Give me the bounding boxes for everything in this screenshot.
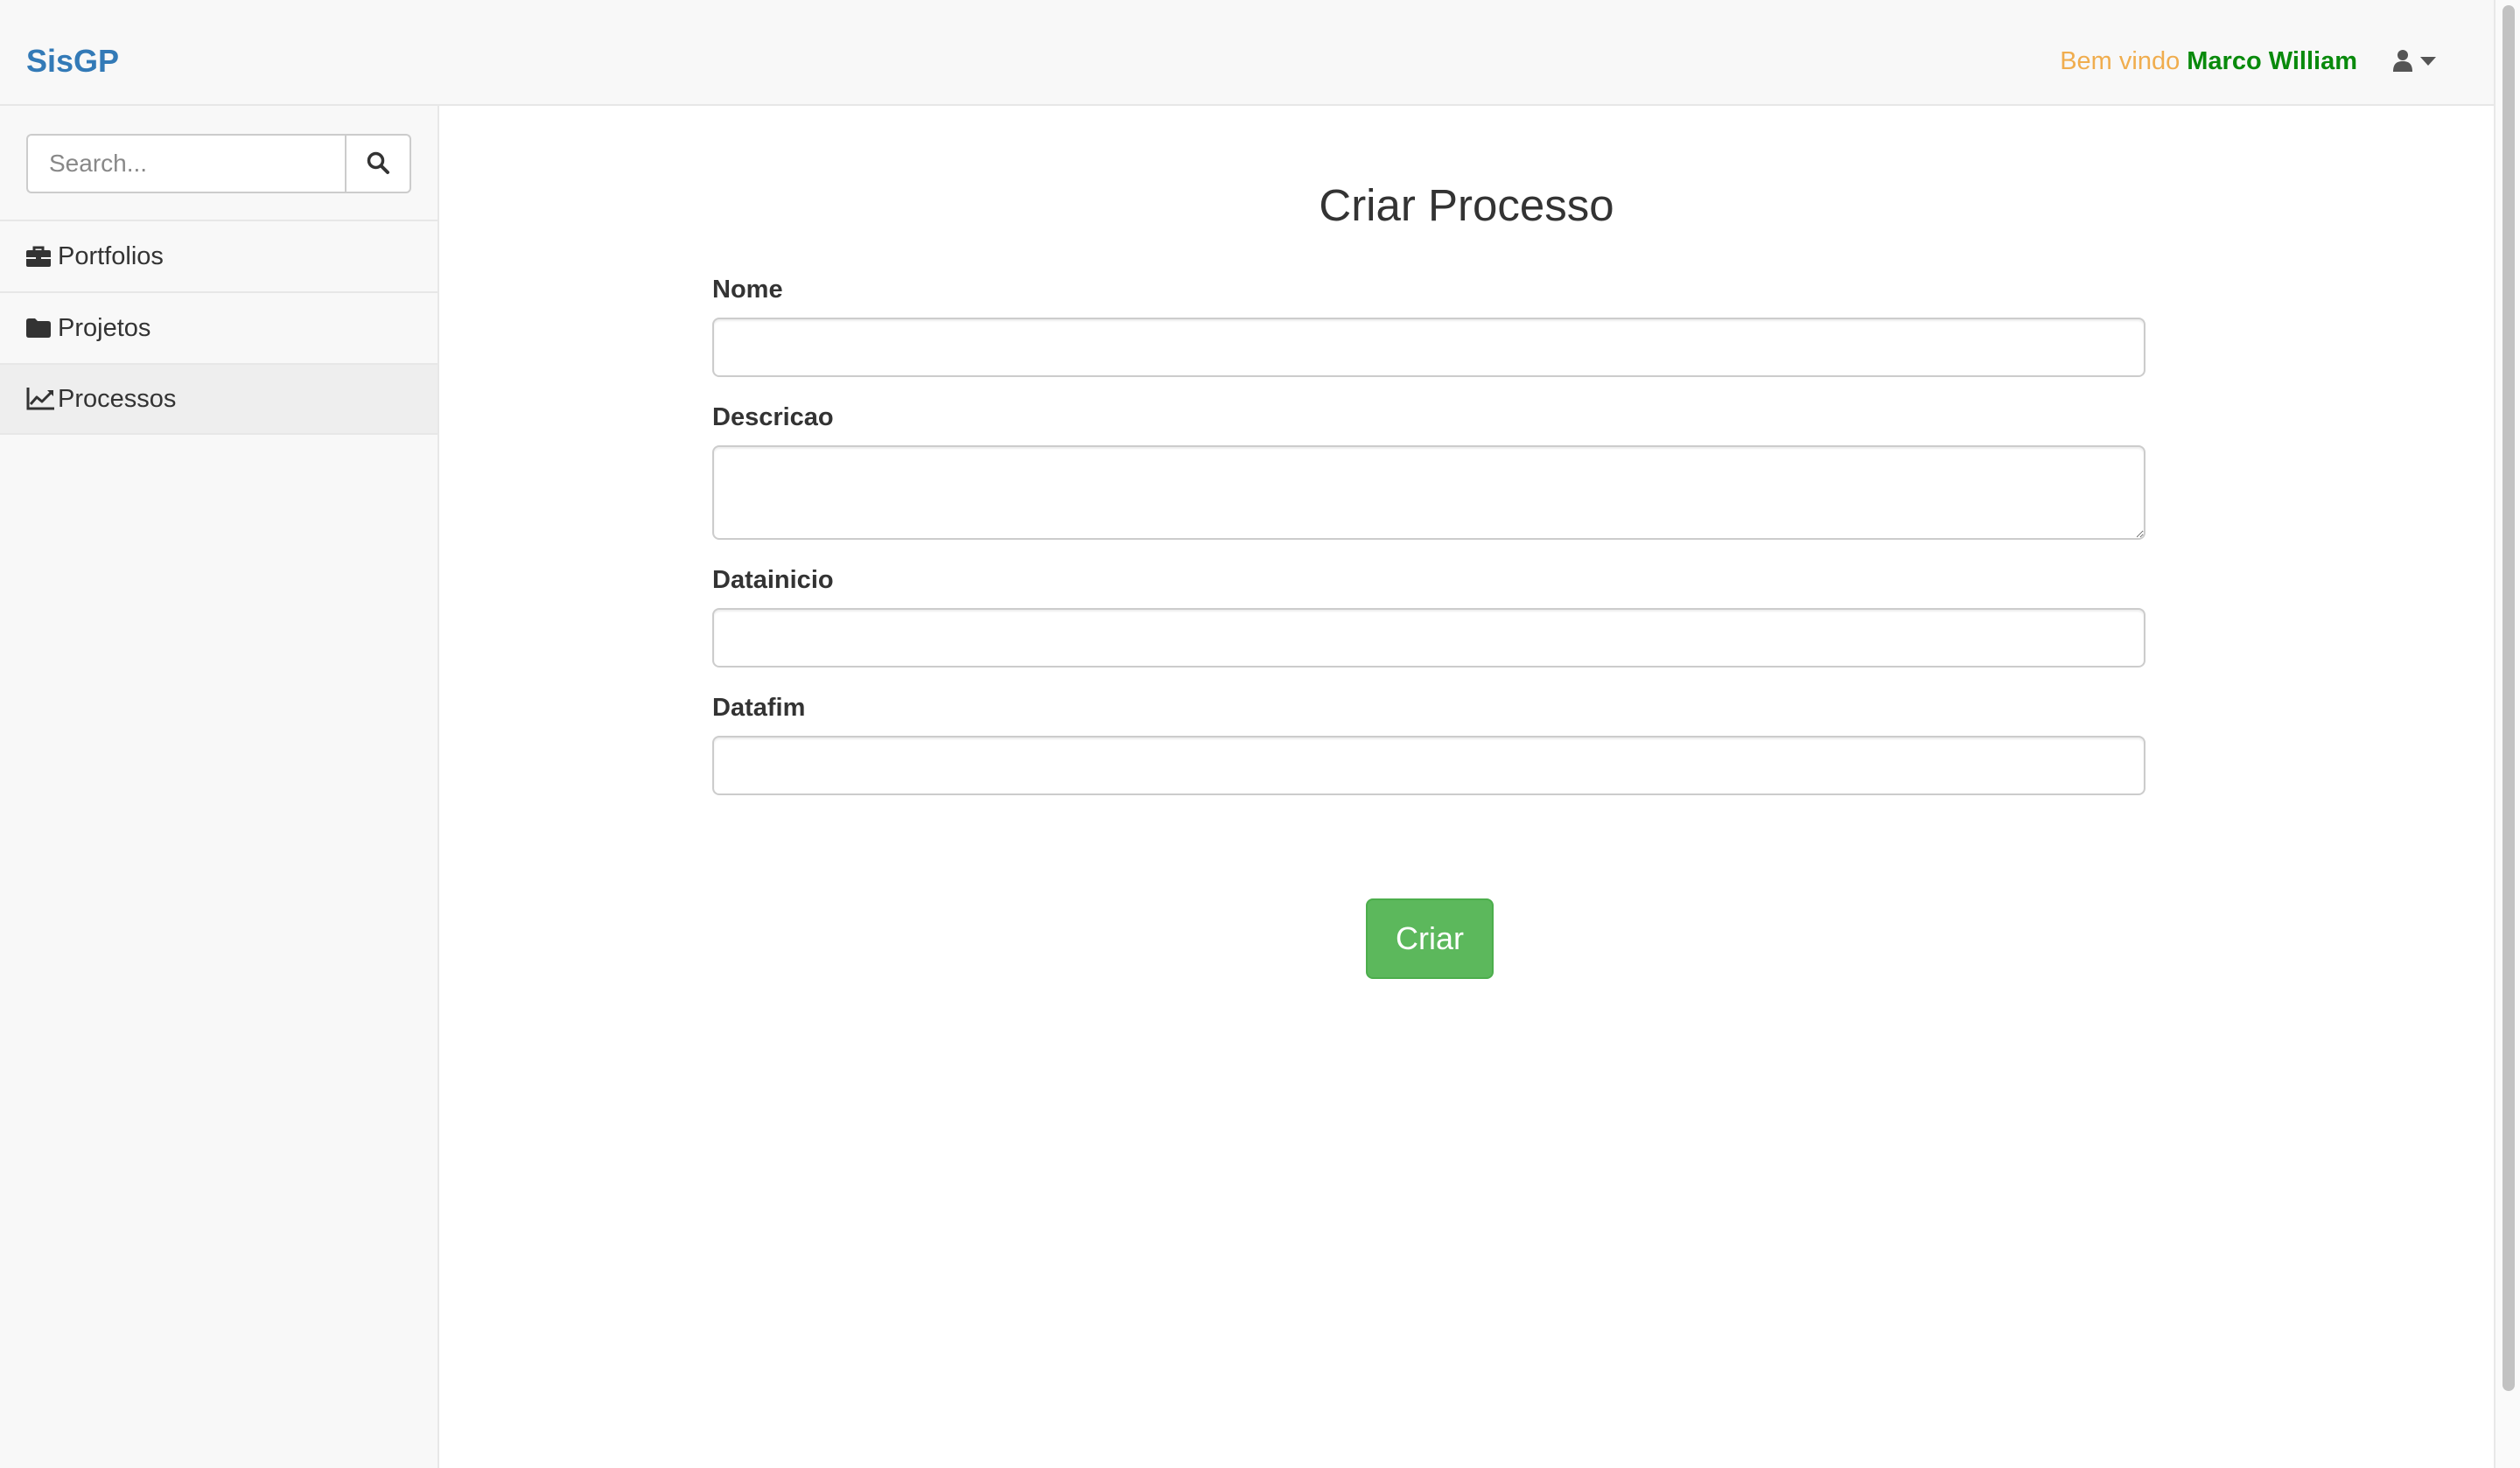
page-title: Criar Processo <box>1319 180 1614 230</box>
folder-icon <box>26 318 54 338</box>
sidebar-item-portfolios[interactable]: Portfolios <box>0 220 438 291</box>
nome-label: Nome <box>712 276 783 304</box>
vertical-scrollbar[interactable] <box>2494 0 2520 1468</box>
search-icon <box>366 150 390 178</box>
welcome-message: Bem vindo Marco William <box>2060 44 2357 79</box>
descricao-label: Descricao <box>712 403 834 431</box>
welcome-greeting: Bem vindo <box>2060 47 2180 75</box>
sidebar-item-projetos[interactable]: Projetos <box>0 291 438 363</box>
sidebar: Portfolios Projetos Processos <box>0 106 439 1468</box>
sidebar-item-processos[interactable]: Processos <box>0 363 438 435</box>
datafim-label: Datafim <box>712 694 806 722</box>
caret-down-icon <box>2420 54 2436 70</box>
brand-logo-link[interactable]: SisGP <box>26 40 119 82</box>
submit-row: Criar <box>439 898 2494 979</box>
sidebar-item-label: Projetos <box>58 313 151 342</box>
criar-button[interactable]: Criar <box>1366 898 1494 979</box>
line-chart-icon <box>26 388 54 410</box>
sidebar-menu: Portfolios Projetos Processos <box>0 220 438 435</box>
sidebar-item-label: Processos <box>58 384 177 413</box>
search-button[interactable] <box>345 134 411 193</box>
datafim-field[interactable] <box>712 736 2146 795</box>
sidebar-item-label: Portfolios <box>58 241 164 270</box>
user-icon <box>2392 49 2413 76</box>
form-group-datafim: Datafim <box>712 692 2146 795</box>
nome-field[interactable] <box>712 318 2146 377</box>
form-group-descricao: Descricao <box>712 402 2146 540</box>
form-group-nome: Nome <box>712 274 2146 377</box>
top-navbar: SisGP Bem vindo Marco William <box>0 0 2494 106</box>
descricao-field[interactable] <box>712 445 2146 540</box>
sidebar-search <box>26 134 411 193</box>
main-content: Criar Processo Nome Descricao Datainicio… <box>439 106 2494 1468</box>
user-menu-dropdown[interactable] <box>2392 45 2448 79</box>
datainicio-field[interactable] <box>712 608 2146 668</box>
user-name: Marco William <box>2187 47 2357 75</box>
datainicio-label: Datainicio <box>712 566 834 594</box>
form-group-datainicio: Datainicio <box>712 564 2146 668</box>
criar-processo-form: Nome Descricao Datainicio Datafim <box>712 274 2146 820</box>
scrollbar-thumb[interactable] <box>2502 5 2515 1391</box>
search-input[interactable] <box>26 134 345 193</box>
briefcase-icon <box>26 246 54 267</box>
